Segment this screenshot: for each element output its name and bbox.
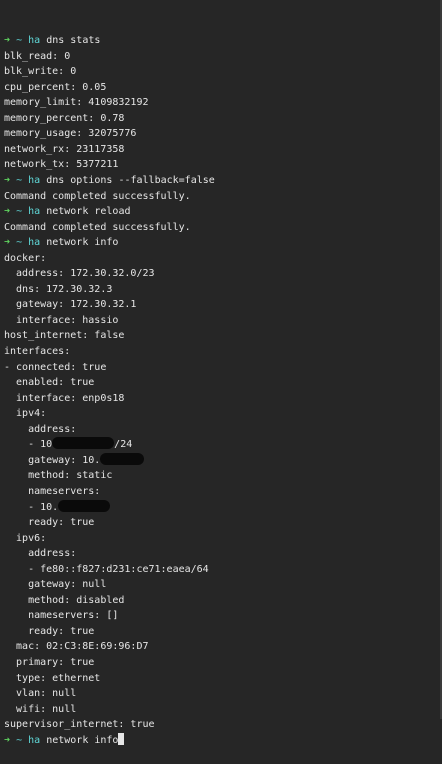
prompt-line: ➜ ~ ha network reload	[4, 204, 442, 220]
command-name: ha	[28, 734, 41, 746]
output-line: interfaces:	[4, 346, 71, 358]
output-line: supervisor_internet: true	[4, 719, 155, 731]
prompt-dir: ~	[16, 734, 23, 746]
prompt-dir: ~	[16, 35, 23, 47]
command-args: network reload	[46, 206, 131, 218]
output-line: ready: true	[4, 625, 95, 637]
output-line: Command completed successfully.	[4, 221, 191, 233]
prompt-arrow-icon: ➜	[4, 35, 11, 47]
prompt-arrow-icon: ➜	[4, 175, 11, 187]
redaction-blot	[58, 499, 111, 512]
output-text: /24	[114, 439, 133, 451]
prompt-line: ➜ ~ ha dns options --fallback=false	[4, 173, 442, 189]
command-args: dns stats	[46, 35, 101, 47]
output-line: network_rx: 23117358	[4, 143, 125, 155]
terminal-window[interactable]: ➜ ~ ha dns stats blk_read: 0 blk_write: 0c…	[0, 0, 442, 746]
command-name: ha	[28, 237, 41, 249]
redaction-blot	[52, 437, 115, 450]
command-name: ha	[28, 175, 41, 187]
output-line: network_tx: 5377211	[4, 159, 119, 171]
output-line: type: ethernet	[4, 672, 101, 684]
prompt-arrow-icon: ➜	[4, 237, 11, 249]
output-line: mac: 02:C3:8E:69:96:D7	[4, 641, 149, 653]
command-name: ha	[28, 206, 41, 218]
output-line: method: disabled	[4, 594, 125, 606]
prompt-arrow-icon: ➜	[4, 734, 11, 746]
prompt-line: ➜ ~ ha dns stats	[4, 33, 442, 49]
output-line: gateway: 172.30.32.1	[4, 299, 137, 311]
prompt-dir: ~	[16, 175, 23, 187]
command-name: ha	[28, 35, 41, 47]
output-line: - connected: true	[4, 361, 107, 373]
active-prompt-line: ➜ ~ ha network info	[4, 732, 442, 749]
output-line: nameservers: []	[4, 610, 119, 622]
output-line: interface: enp0s18	[4, 392, 125, 404]
output-line: memory_limit: 4109832192	[4, 97, 149, 109]
output-line: blk_read: 0	[4, 50, 71, 62]
output-line: nameservers:	[4, 485, 101, 497]
output-line-redacted: - 10/24	[4, 437, 442, 453]
command-args: network info	[46, 734, 119, 746]
output-line: enabled: true	[4, 377, 95, 389]
prompt-arrow-icon: ➜	[4, 206, 11, 218]
prompt-dir: ~	[16, 206, 23, 218]
output-line: Command completed successfully.	[4, 190, 191, 202]
output-line: wifi: null	[4, 703, 77, 715]
output-line: memory_usage: 32075776	[4, 128, 137, 140]
output-line-redacted: gateway: 10.	[4, 452, 442, 469]
output-line: address:	[4, 423, 77, 435]
output-line: address: 172.30.32.0/23	[4, 268, 155, 280]
prompt-line: ➜ ~ ha network info	[4, 235, 442, 251]
output-line: primary: true	[4, 656, 95, 668]
output-line: ready: true	[4, 517, 95, 529]
output-line: dns: 172.30.32.3	[4, 283, 113, 295]
command-args: network info	[46, 237, 119, 249]
prompt-dir: ~	[16, 237, 23, 249]
output-text: - 10.	[4, 501, 59, 513]
text-cursor[interactable]	[118, 732, 125, 745]
output-line: method: static	[4, 470, 113, 482]
output-line: interface: hassio	[4, 314, 119, 326]
command-args: dns options --fallback=false	[46, 175, 215, 187]
output-line: address:	[4, 548, 77, 560]
output-line: - fe80::f827:d231:ce71:eaea/64	[4, 563, 209, 575]
output-text: gateway: 10.	[4, 454, 101, 466]
redaction-blot	[100, 452, 145, 465]
output-line: blk_write: 0	[4, 66, 77, 78]
output-line: gateway: null	[4, 579, 107, 591]
output-line: ipv4:	[4, 408, 47, 420]
output-line: memory_percent: 0.78	[4, 112, 125, 124]
output-line: cpu_percent: 0.05	[4, 81, 107, 93]
terminal-output: ➜ ~ ha dns stats blk_read: 0 blk_write: 0c…	[4, 33, 442, 748]
output-line-redacted: - 10.	[4, 499, 442, 516]
output-line: host_internet: false	[4, 330, 125, 342]
output-line: vlan: null	[4, 688, 77, 700]
output-text: - 10	[4, 439, 53, 451]
output-line: ipv6:	[4, 532, 47, 544]
output-line: docker:	[4, 252, 47, 264]
